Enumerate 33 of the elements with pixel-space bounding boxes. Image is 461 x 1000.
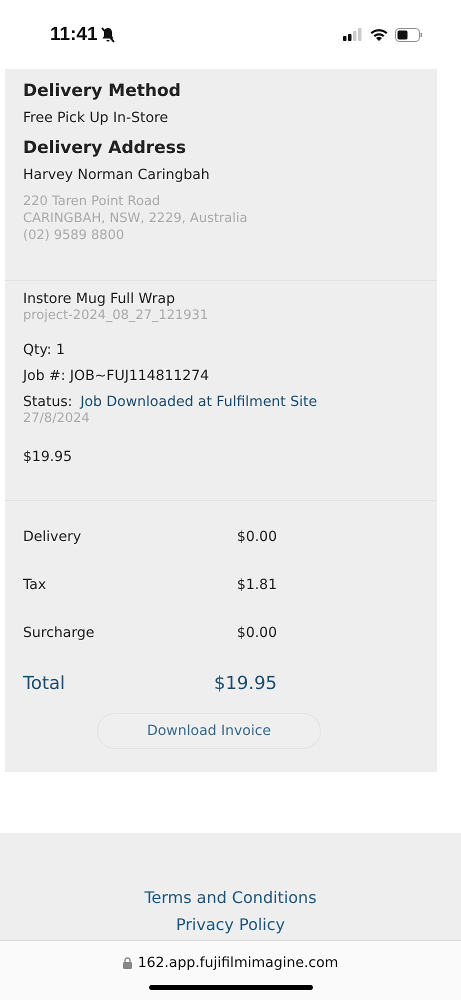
delivery-method: Free Pick Up In-Store xyxy=(23,110,170,126)
status-date: 27/8/2024 xyxy=(23,410,91,427)
total-label: Delivery xyxy=(23,529,82,547)
lock-icon xyxy=(122,957,132,969)
store-name: Harvey Norman Caringbah xyxy=(23,167,211,183)
total-label: Total xyxy=(23,673,66,696)
section-heading: Delivery Method xyxy=(23,81,182,101)
quantity: Qty: 1 xyxy=(23,342,66,358)
total-value: $0.00 xyxy=(236,625,277,643)
address-line: (02) 9589 8800 xyxy=(23,227,126,244)
total-value: $1.81 xyxy=(236,577,277,595)
total-value: $0.00 xyxy=(236,529,277,547)
status-time: 11:41 xyxy=(50,24,98,46)
total-label: Tax xyxy=(23,577,46,595)
wifi-icon xyxy=(369,28,389,42)
section-heading: Delivery Address xyxy=(23,138,187,158)
footer-link[interactable]: Privacy Policy xyxy=(176,911,286,938)
address-line: CARINGBAH, NSW, 2229, Australia xyxy=(23,210,248,227)
battery-icon xyxy=(395,28,423,42)
project-name: project-2024_08_27_121931 xyxy=(23,307,210,324)
status-label: Status: xyxy=(23,394,72,410)
total-value: $19.95 xyxy=(214,673,277,696)
item-price: $19.95 xyxy=(23,449,73,465)
job-status: Job Downloaded at Fulfilment Site xyxy=(80,394,318,410)
total-label: Surcharge xyxy=(23,625,94,643)
address-line: 220 Taren Point Road xyxy=(23,193,162,210)
job-number: Job #: JOB~FUJ114811274 xyxy=(23,368,210,384)
url-text[interactable]: 162.app.fujifilmimagine.com xyxy=(138,955,338,971)
muted-bell-icon xyxy=(100,26,115,42)
signal-icon xyxy=(343,28,363,41)
download-invoice-button[interactable]: Download Invoice xyxy=(97,713,321,749)
product-name: Instore Mug Full Wrap xyxy=(23,291,176,307)
footer-link[interactable]: Terms and Conditions xyxy=(144,884,317,911)
